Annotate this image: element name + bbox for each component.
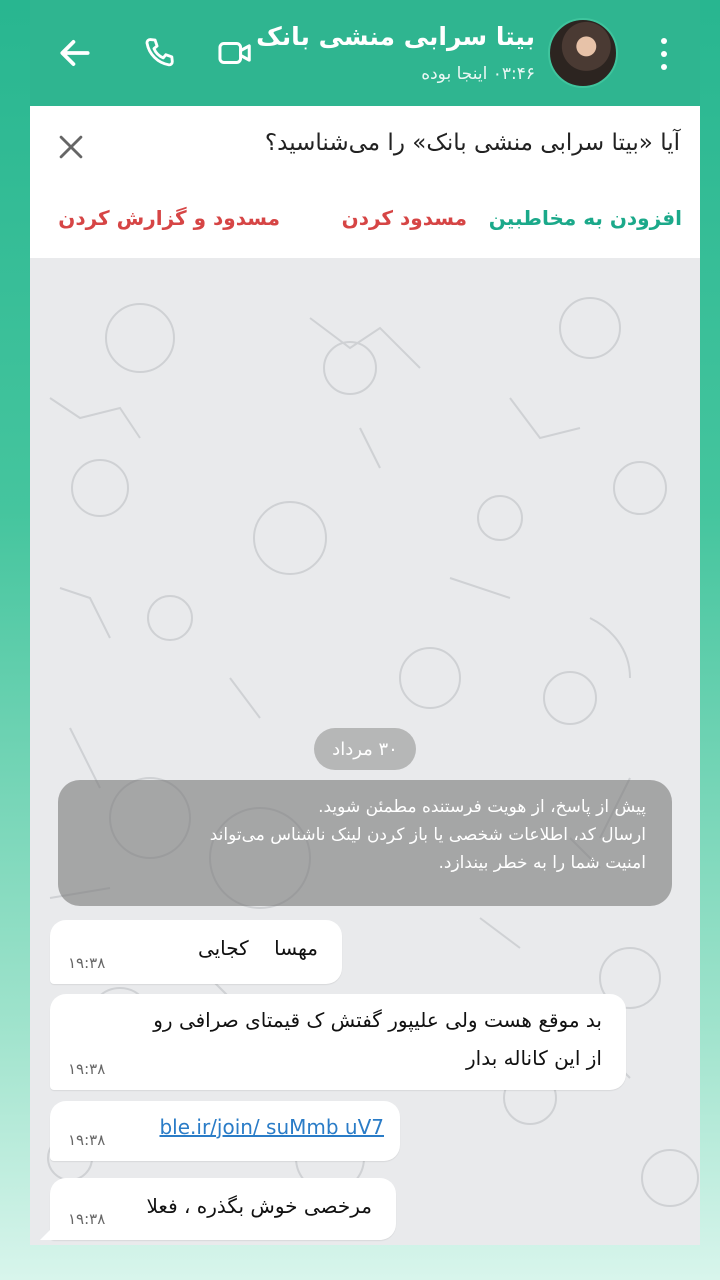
chat-screen: بیتا سرابی منشی بانک ۰۳:۴۶ اینجا بوده آی… [30,0,700,1245]
invite-link[interactable]: ble.ir/join/ suMmb uV7 [159,1115,384,1139]
message-bubble[interactable]: ble.ir/join/ suMmb uV7 ۱۹:۳۸ [50,1101,400,1161]
arrow-left-icon [60,40,90,66]
last-seen-status: ۰۳:۴۶ اینجا بوده [421,64,535,84]
block-button[interactable]: مسدود کردن [342,206,467,230]
chat-header: بیتا سرابی منشی بانک ۰۳:۴۶ اینجا بوده [30,0,700,106]
add-to-contacts-button[interactable]: افزودن به مخاطبین [489,206,682,230]
security-warning: پیش از پاسخ، از هویت فرستنده مطمئن شوید.… [58,780,672,906]
video-camera-icon [218,41,251,65]
video-call-button[interactable] [212,30,258,76]
message-time: ۱۹:۳۸ [68,1131,106,1149]
block-and-report-button[interactable]: مسدود و گزارش کردن [58,206,280,230]
message-text: مرخصی خوش بگذره ، فعلا [146,1194,372,1218]
kebab-menu-icon[interactable] [658,38,670,70]
contact-name[interactable]: بیتا سرابی منشی بانک [256,22,535,51]
message-bubble[interactable]: بد موقع هست ولی علیپور گفتش ک قیمتای صرا… [50,994,626,1090]
message-text: بد موقع هست ولی علیپور گفتش ک قیمتای صرا… [153,1008,602,1032]
phone-icon [145,38,174,67]
message-text: مهسا ‌‌‌‌‌‌‌‌‌ ‌‌ ‌ کجایی [197,936,318,960]
back-button[interactable] [52,30,98,76]
message-list[interactable]: ۳۰ مرداد پیش از پاسخ، از هویت فرستنده مط… [30,258,700,1245]
message-bubble[interactable]: مهسا ‌‌‌‌‌‌‌‌‌ ‌‌ ‌ کجایی ۱۹:۳۸ [50,920,342,984]
message-time: ۱۹:۳۸ [68,954,106,972]
call-button[interactable] [136,30,182,76]
message-time: ۱۹:۳۸ [68,1210,106,1228]
message-time: ۱۹:۳۸ [68,1060,106,1078]
unknown-contact-banner: آیا «بیتا سرابی منشی بانک» را می‌شناسید؟… [30,106,700,258]
date-separator: ۳۰ مرداد [314,728,416,770]
message-text: از این کاناله بدار [465,1046,602,1070]
close-icon[interactable] [54,130,88,164]
banner-question: آیا «بیتا سرابی منشی بانک» را می‌شناسید؟ [264,130,680,156]
message-bubble[interactable]: مرخصی خوش بگذره ، فعلا ۱۹:۳۸ [40,1178,396,1240]
avatar[interactable] [548,18,618,88]
